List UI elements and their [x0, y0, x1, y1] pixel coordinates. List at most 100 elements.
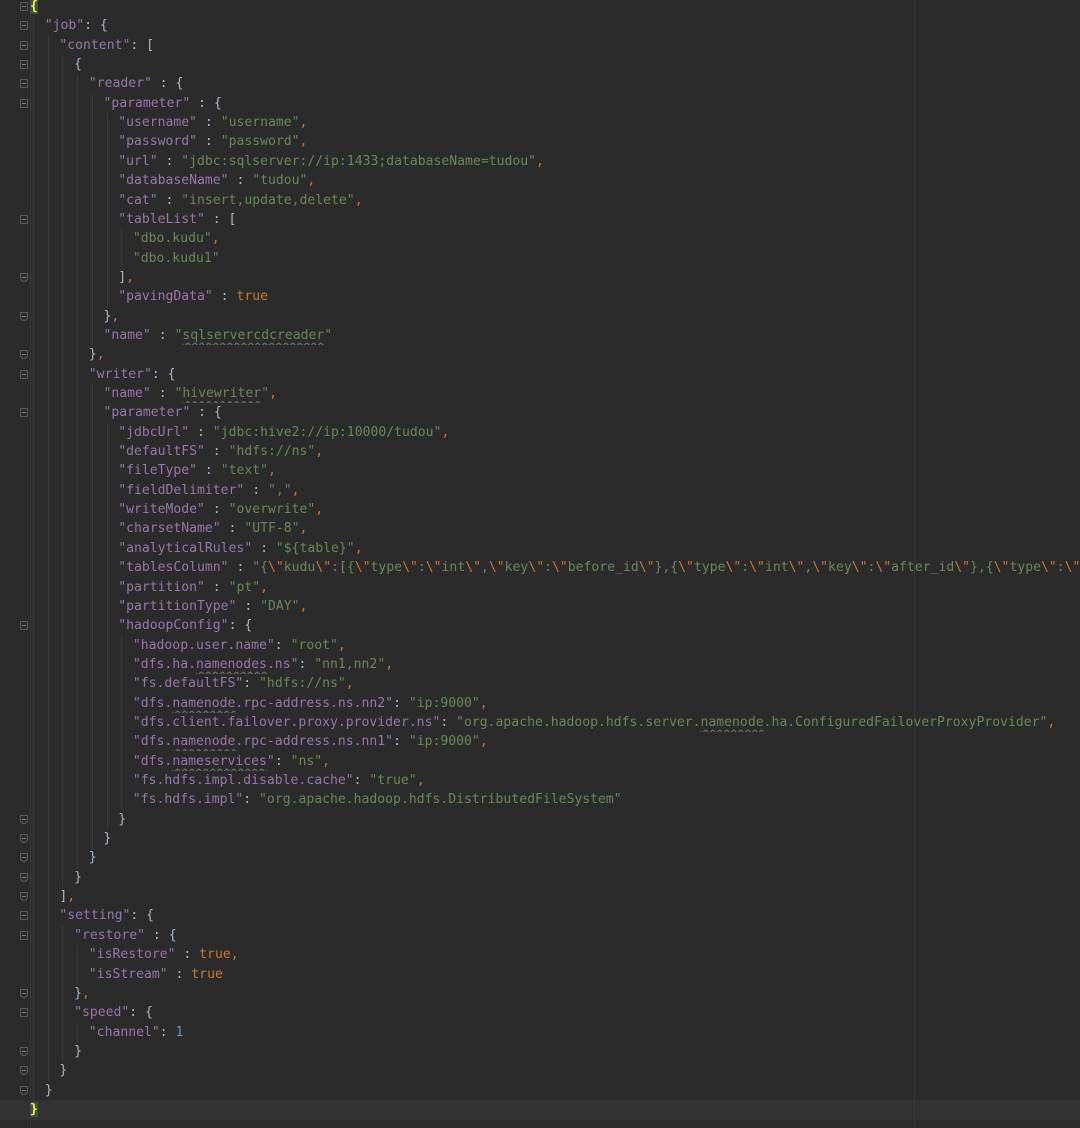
- code-line[interactable]: }: [0, 1061, 1080, 1080]
- code-line[interactable]: "url" : "jdbc:sqlserver://ip:1433;databa…: [0, 152, 1080, 171]
- code-line[interactable]: "jdbcUrl" : "jdbc:hive2://ip:10000/tudou…: [0, 423, 1080, 442]
- code-line[interactable]: "dbo.kudu1": [0, 249, 1080, 268]
- code-token: "{: [252, 560, 268, 576]
- code-line[interactable]: "speed": {: [0, 1003, 1080, 1022]
- code-token: "fs.hdfs.impl": [132, 792, 244, 808]
- code-token: type: [1009, 560, 1041, 576]
- code-token: "url": [118, 153, 158, 169]
- code-line[interactable]: "parameter" : {: [0, 94, 1080, 113]
- code-token: : [: [204, 211, 237, 227]
- code-line[interactable]: "isStream" : true: [0, 965, 1080, 984]
- code-token: "username": [118, 115, 198, 131]
- code-line[interactable]: "restore" : {: [0, 926, 1080, 945]
- code-line[interactable]: "dfs.ha.namenodes.ns": "nn1,nn2",: [0, 655, 1080, 674]
- code-line[interactable]: "content": [: [0, 36, 1080, 55]
- code-line[interactable]: "dfs.namenode.rpc-address.ns.nn1": "ip:9…: [0, 732, 1080, 751]
- code-token: "${table}": [275, 540, 355, 556]
- code-token: type: [693, 560, 726, 576]
- code-line[interactable]: "charsetName" : "UTF-8",: [0, 519, 1080, 538]
- code-token: \": [851, 560, 868, 576]
- code-line[interactable]: "databaseName" : "tudou",: [0, 171, 1080, 190]
- code-editor[interactable]: {"job": {"content": [{"reader" : {"param…: [0, 0, 1080, 1128]
- code-line[interactable]: "tablesColumn" : "{\"kudu\":[{\"type\":\…: [0, 558, 1080, 577]
- code-token: "ns": [290, 753, 323, 769]
- code-area[interactable]: {"job": {"content": [{"reader" : {"param…: [0, 0, 1080, 1128]
- code-line[interactable]: "isRestore" : true,: [0, 945, 1080, 964]
- code-line[interactable]: },: [0, 307, 1080, 326]
- code-line[interactable]: }: [0, 848, 1080, 867]
- code-line[interactable]: "defaultFS" : "hdfs://ns",: [0, 442, 1080, 461]
- code-line[interactable]: "name" : "hivewriter",: [0, 384, 1080, 403]
- code-token: .rpc-address.ns.nn1": [235, 734, 394, 750]
- code-line[interactable]: "hadoopConfig": {: [0, 616, 1080, 635]
- code-token: ,: [307, 173, 316, 189]
- code-line[interactable]: "parameter" : {: [0, 403, 1080, 422]
- code-token: :: [204, 444, 229, 460]
- code-line[interactable]: "reader" : {: [0, 74, 1080, 93]
- code-token: "hdfs://ns": [259, 676, 346, 692]
- code-token: \": [425, 560, 442, 576]
- code-line[interactable]: },: [0, 345, 1080, 364]
- code-token: :: [204, 579, 229, 595]
- code-token: after_id: [891, 560, 955, 576]
- code-token: ,: [479, 695, 488, 711]
- code-line[interactable]: "fieldDelimiter" : ",",: [0, 481, 1080, 500]
- code-token: :: [417, 560, 426, 576]
- code-line[interactable]: }: [0, 1042, 1080, 1061]
- code-line[interactable]: {: [0, 0, 1080, 16]
- code-token: "isStream": [88, 966, 168, 982]
- code-token: :: [252, 540, 276, 556]
- code-token: "charsetName": [118, 521, 221, 537]
- code-token: : {: [145, 927, 177, 943]
- code-line[interactable]: "pavingData" : true: [0, 287, 1080, 306]
- code-line[interactable]: "hadoop.user.name": "root",: [0, 636, 1080, 655]
- code-token: ,: [345, 676, 354, 692]
- code-token: : {: [190, 405, 222, 421]
- code-token: "text": [220, 463, 268, 479]
- code-line[interactable]: "analyticalRules" : "${table}",: [0, 539, 1080, 558]
- code-line[interactable]: "password" : "password",: [0, 132, 1080, 151]
- code-token: "writeMode": [118, 502, 205, 518]
- code-line[interactable]: "setting": {: [0, 906, 1080, 925]
- code-line[interactable]: {: [0, 55, 1080, 74]
- code-line[interactable]: "fs.defaultFS": "hdfs://ns",: [0, 674, 1080, 693]
- code-line[interactable]: "name" : "sqlservercdcreader": [0, 326, 1080, 345]
- code-token: \": [528, 560, 545, 576]
- code-line[interactable]: "job": {: [0, 16, 1080, 35]
- code-line[interactable]: },: [0, 984, 1080, 1003]
- code-token: "isRestore": [88, 947, 176, 963]
- code-line[interactable]: "username" : "username",: [0, 113, 1080, 132]
- code-token: ",": [267, 482, 292, 498]
- code-line[interactable]: "dfs.client.failover.proxy.provider.ns":…: [0, 713, 1080, 732]
- code-line[interactable]: "fs.hdfs.impl": "org.apache.hadoop.hdfs.…: [0, 790, 1080, 809]
- code-line[interactable]: "fs.hdfs.impl.disable.cache": "true",: [0, 771, 1080, 790]
- code-token: ,: [354, 540, 363, 556]
- code-token: \": [875, 560, 892, 576]
- code-line[interactable]: }: [0, 1081, 1080, 1100]
- code-token: type: [370, 560, 403, 576]
- code-line[interactable]: "dbo.kudu",: [0, 229, 1080, 248]
- code-line[interactable]: ],: [0, 268, 1080, 287]
- code-line[interactable]: }: [0, 1100, 1080, 1119]
- code-line[interactable]: "writeMode" : "overwrite",: [0, 500, 1080, 519]
- code-line[interactable]: ],: [0, 887, 1080, 906]
- code-line[interactable]: "dfs.nameservices": "ns",: [0, 752, 1080, 771]
- code-line[interactable]: "channel": 1: [0, 1023, 1080, 1042]
- code-token: :: [175, 947, 200, 963]
- code-token: "dfs.client.failover.proxy.provider.ns": [132, 714, 441, 730]
- code-token: "dfs.: [132, 753, 173, 769]
- code-token: "restore": [74, 927, 146, 943]
- code-line[interactable]: "cat" : "insert,update,delete",: [0, 191, 1080, 210]
- code-line[interactable]: "tableList" : [: [0, 210, 1080, 229]
- code-line[interactable]: }: [0, 829, 1080, 848]
- code-token: :: [741, 560, 750, 576]
- code-line[interactable]: "fileType" : "text",: [0, 461, 1080, 480]
- code-line[interactable]: "dfs.namenode.rpc-address.ns.nn2": "ip:9…: [0, 694, 1080, 713]
- code-token: \": [488, 560, 505, 576]
- code-line[interactable]: "writer": {: [0, 365, 1080, 384]
- code-line[interactable]: "partitionType" : "DAY",: [0, 597, 1080, 616]
- code-line[interactable]: }: [0, 868, 1080, 887]
- code-token: "ip:9000": [408, 734, 480, 750]
- code-line[interactable]: "partition" : "pt",: [0, 578, 1080, 597]
- code-line[interactable]: }: [0, 810, 1080, 829]
